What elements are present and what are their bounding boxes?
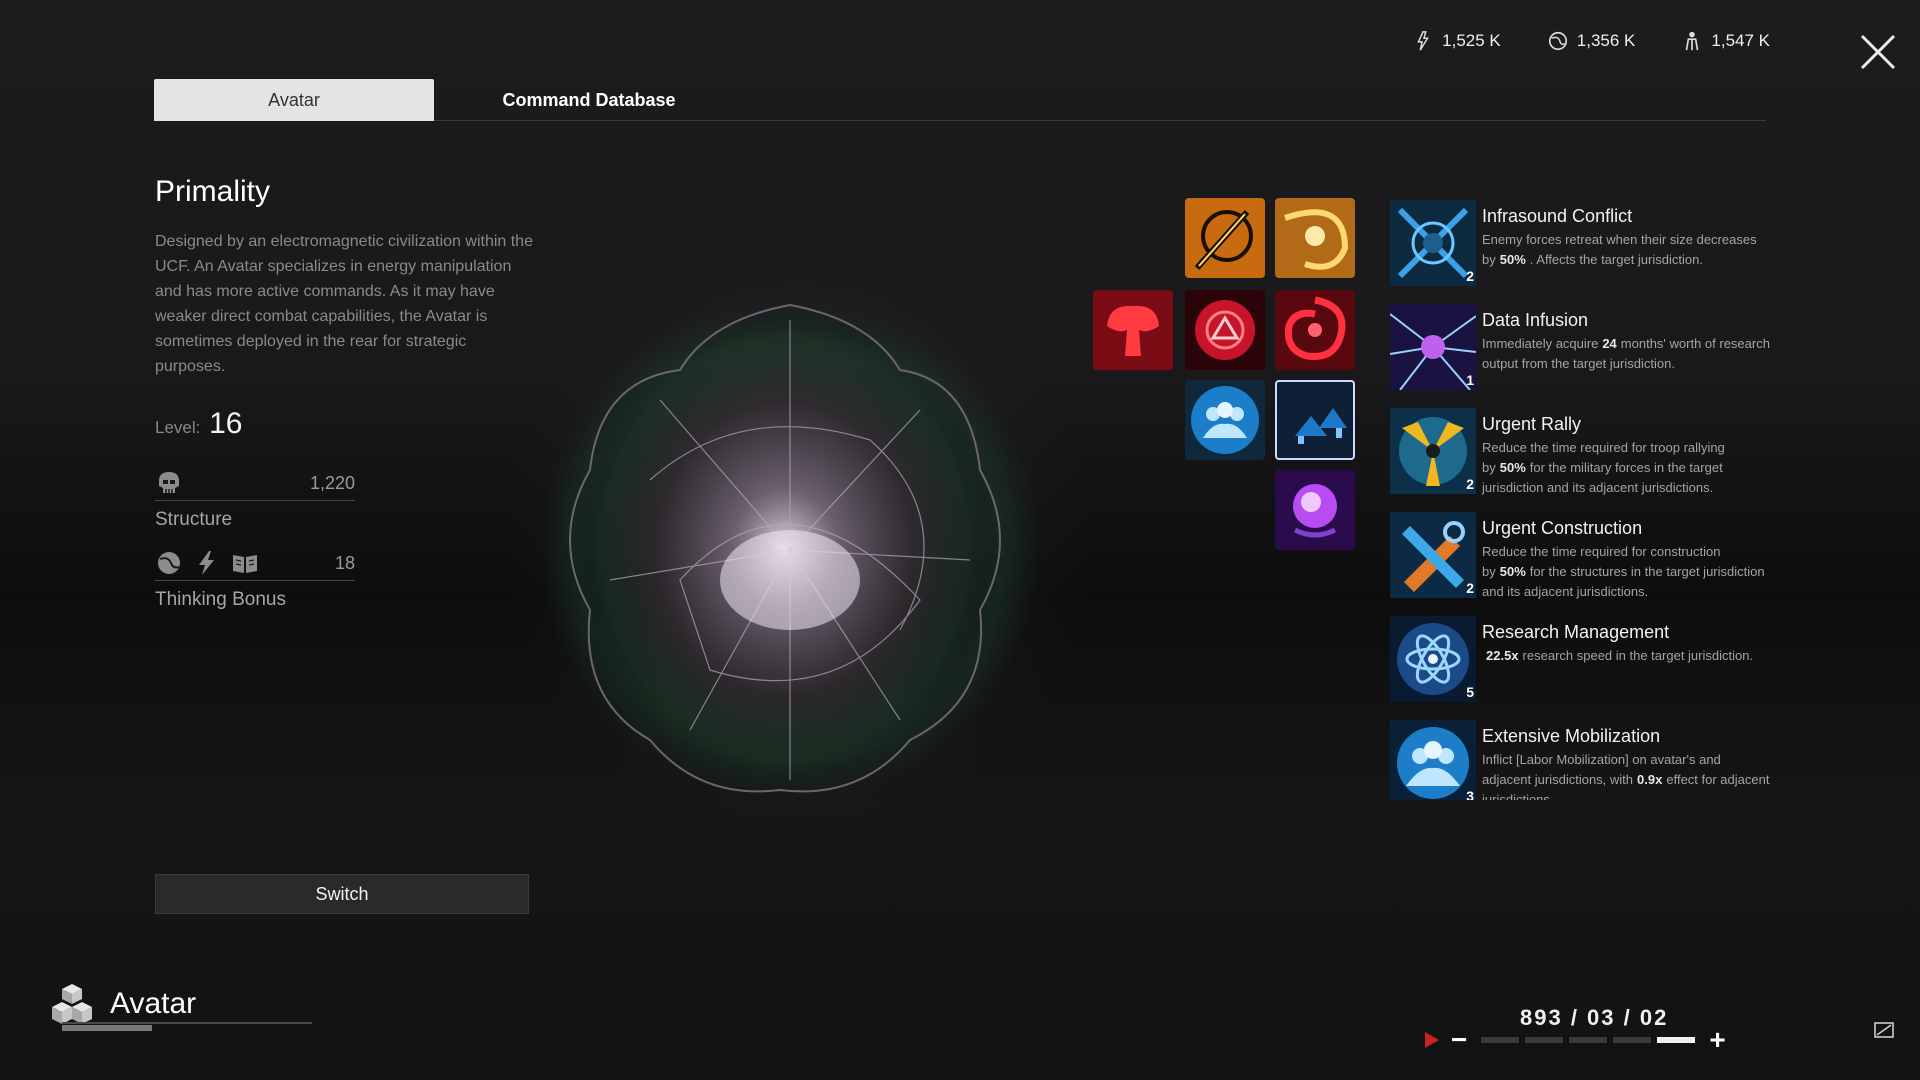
bottom-section-header: Avatar	[48, 980, 196, 1028]
skill-item-infrasound-conflict[interactable]: 2 Infrasound Conflict Enemy forces retre…	[1390, 200, 1770, 304]
skill-item-research-management[interactable]: 5 Research Management 22.5x research spee…	[1390, 616, 1770, 720]
skill-count: 1	[1466, 372, 1474, 388]
speed-segment	[1569, 1037, 1608, 1043]
command-arrows[interactable]	[1275, 380, 1355, 460]
skill-item-data-infusion[interactable]: 1 Data Infusion Immediately acquire 24 mon…	[1390, 304, 1770, 408]
resource-population: 1,547 K	[1681, 30, 1770, 52]
command-lance[interactable]	[1185, 198, 1265, 278]
structure-value: 1,220	[309, 473, 355, 493]
vortex-icon	[1275, 198, 1355, 278]
command-vortex[interactable]	[1275, 198, 1355, 278]
lightning-icon	[199, 550, 214, 575]
urgent-rally-icon	[1390, 408, 1476, 494]
speed-segment	[1525, 1037, 1564, 1043]
screenshot-icon[interactable]	[1874, 1022, 1894, 1038]
speed-segment	[1657, 1037, 1696, 1043]
population-value: 1,547 K	[1711, 31, 1770, 50]
skill-list: 2 Infrasound Conflict Enemy forces retre…	[1390, 200, 1770, 800]
tab-command-database[interactable]: Command Database	[484, 79, 694, 121]
speed-segment	[1481, 1037, 1520, 1043]
atom-icon	[1390, 616, 1476, 702]
energy-icon	[1417, 31, 1430, 51]
skill-description: Inflict [Labor Mobilization] on avatar's…	[1482, 752, 1770, 800]
skill-item-urgent-rally[interactable]: 2 Urgent Rally Reduce the time required …	[1390, 408, 1770, 512]
skill-name: Infrasound Conflict	[1482, 206, 1633, 226]
resource-energy: 1,525 K	[1412, 30, 1501, 52]
book-icon	[233, 554, 257, 573]
speed-increase-button[interactable]: +	[1709, 1026, 1725, 1054]
avatar-orb-image	[540, 300, 1040, 800]
close-icon[interactable]	[1856, 30, 1900, 74]
swirl-icon	[1275, 290, 1355, 370]
avatar-name: Primality	[155, 175, 271, 208]
avatar-level: Level: 16	[155, 407, 535, 441]
tab-bar: Avatar Command Database	[154, 79, 1766, 121]
skill-name: Data Infusion	[1482, 310, 1589, 330]
blast-icon	[1093, 290, 1173, 370]
skill-description: Immediately acquire 24 months' worth of re…	[1482, 336, 1770, 371]
switch-button[interactable]: Switch	[155, 874, 529, 914]
skill-name: Urgent Rally	[1482, 414, 1582, 434]
nebula-icon	[1275, 470, 1355, 550]
mobilization-icon	[1390, 720, 1476, 800]
skill-count: 2	[1466, 580, 1474, 596]
skill-name: Research Management	[1482, 622, 1670, 642]
population-icon	[1686, 31, 1699, 51]
target-icon	[1185, 290, 1265, 370]
command-target[interactable]	[1185, 290, 1265, 370]
planet-value: 1,356 K	[1576, 31, 1636, 50]
data-infusion-icon	[1390, 304, 1477, 391]
urgent-construction-icon	[1390, 512, 1476, 598]
thinking-bonus-value: 18	[334, 553, 355, 573]
thinking-bonus-row: 18	[155, 545, 355, 581]
level-value: 16	[209, 407, 243, 440]
resource-planet: 1,356 K	[1547, 30, 1636, 52]
command-blast[interactable]	[1093, 290, 1173, 370]
cubes-icon	[52, 984, 92, 1024]
command-nebula[interactable]	[1275, 470, 1355, 550]
skill-name: Extensive Mobilization	[1482, 726, 1661, 746]
command-swirl[interactable]	[1275, 290, 1355, 370]
planet-icon	[1548, 31, 1567, 51]
bottom-title: Avatar	[110, 987, 197, 1020]
skill-description: 22.5x research speed in the target jurisd…	[1486, 648, 1754, 663]
bottom-title-underline	[62, 1022, 312, 1031]
skill-name: Urgent Construction	[1482, 518, 1643, 538]
skill-count: 5	[1466, 684, 1474, 700]
skill-count: 2	[1466, 476, 1474, 492]
skill-description: Reduce the time required for constructio…	[1482, 544, 1765, 599]
skill-item-urgent-construction[interactable]: 2 Urgent Construction Reduce the time re…	[1390, 512, 1770, 616]
infrasound-icon	[1390, 200, 1476, 286]
command-icon-grid	[1093, 198, 1357, 558]
speed-segment	[1613, 1037, 1652, 1043]
planet-icon	[158, 551, 181, 574]
crowd-icon	[1185, 380, 1265, 460]
structure-label: Structure	[155, 509, 233, 530]
skill-description: Enemy forces retreat when their size dec…	[1482, 232, 1757, 267]
avatar-description: Designed by an electromagnetic civilizat…	[155, 233, 533, 375]
skill-item-extensive-mobilization[interactable]: 3 Extensive Mobilization Inflict [Labor …	[1390, 720, 1770, 800]
lance-icon	[1185, 198, 1265, 278]
speed-level-bar[interactable]	[1481, 1037, 1696, 1043]
skill-description: Reduce the time required for troop rally…	[1482, 440, 1725, 495]
time-speed-control: − +	[1425, 1026, 1745, 1054]
thinking-bonus-label: Thinking Bonus	[155, 589, 286, 610]
arrows-up-icon	[1275, 380, 1355, 460]
play-icon[interactable]	[1425, 1032, 1439, 1048]
skill-count: 2	[1466, 268, 1474, 284]
structure-row: 1,220	[155, 465, 355, 501]
tab-avatar[interactable]: Avatar	[154, 79, 434, 121]
energy-value: 1,525 K	[1442, 31, 1501, 50]
avatar-info-panel: Primality Designed by an electromagnetic…	[155, 175, 535, 611]
resource-bar: 1,525 K 1,356 K 1,547 K	[1412, 30, 1770, 52]
command-crowd[interactable]	[1185, 380, 1265, 460]
skull-icon	[159, 471, 179, 493]
speed-decrease-button[interactable]: −	[1451, 1026, 1467, 1054]
skill-count: 3	[1466, 788, 1474, 800]
level-label: Level:	[155, 418, 201, 437]
game-date: 893 / 03 / 02	[1520, 1005, 1669, 1030]
